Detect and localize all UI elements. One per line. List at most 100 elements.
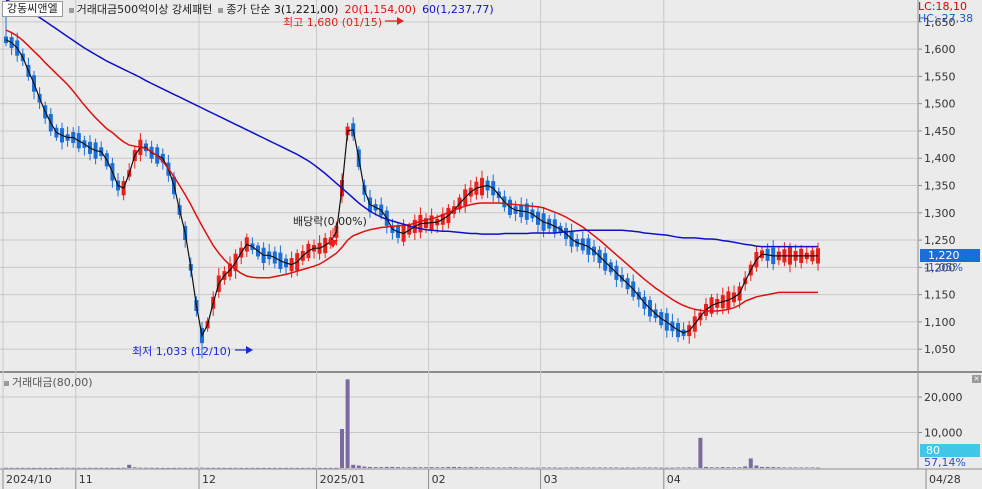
volume-bar bbox=[26, 467, 31, 469]
volume-bar bbox=[323, 467, 328, 469]
volume-bar bbox=[547, 467, 552, 468]
volume-bar bbox=[810, 467, 815, 468]
volume-bar bbox=[194, 467, 199, 469]
volume-bar bbox=[429, 467, 434, 468]
x-tick-label: 02 bbox=[432, 473, 446, 486]
volume-bar bbox=[608, 467, 613, 468]
volume-bar bbox=[216, 467, 221, 469]
volume-bar bbox=[32, 467, 36, 469]
volume-legend-label: 거래대금(80,00) bbox=[12, 376, 93, 389]
high-annotation: 최고 1,680 (01/15) bbox=[283, 16, 383, 29]
volume-bar bbox=[71, 467, 76, 469]
chart-legend: 강동씨앤엘 거래대금500억이상 강세패턴 종가 단순 3(1,221,00) … bbox=[2, 1, 494, 17]
volume-bar bbox=[138, 467, 143, 469]
volume-bar bbox=[300, 467, 305, 469]
volume-bar bbox=[648, 467, 652, 468]
volume-bar bbox=[418, 467, 423, 468]
indicator-legend[interactable]: 거래대금500억이상 강세패턴 bbox=[68, 1, 212, 17]
volume-bar bbox=[452, 466, 456, 468]
volume-bar bbox=[732, 467, 736, 468]
volume-bar bbox=[272, 467, 277, 469]
volume-bar bbox=[60, 467, 64, 469]
volume-bar bbox=[82, 467, 87, 469]
volume-bar bbox=[407, 467, 412, 468]
ma60-label: 60(1,237,77) bbox=[422, 2, 494, 16]
volume-bar bbox=[491, 467, 496, 468]
volume-bar bbox=[726, 467, 731, 468]
volume-bar bbox=[474, 467, 479, 468]
volume-bar bbox=[228, 467, 232, 469]
volume-bar bbox=[743, 466, 748, 468]
volume-bar bbox=[183, 467, 188, 469]
volume-bar bbox=[132, 467, 137, 468]
volume-bar bbox=[99, 467, 104, 469]
volume-bar bbox=[149, 467, 154, 469]
volume-bar bbox=[334, 467, 339, 469]
volume-bar bbox=[362, 466, 367, 468]
stock-name[interactable]: 강동씨앤엘 bbox=[2, 1, 63, 17]
x-tick-label: 04 bbox=[667, 473, 681, 486]
volume-bar bbox=[88, 467, 92, 469]
price-tick-label: 1,100 bbox=[924, 316, 956, 329]
volume-bar bbox=[172, 467, 176, 469]
volume-bar bbox=[636, 467, 641, 468]
volume-bar bbox=[9, 467, 14, 469]
volume-bar bbox=[351, 464, 356, 468]
price-tick-label: 1,150 bbox=[924, 289, 956, 302]
volume-bar bbox=[720, 467, 725, 468]
volume-bar bbox=[625, 467, 630, 468]
volume-bar bbox=[541, 467, 546, 468]
volume-bar bbox=[54, 467, 59, 469]
price-tick-label: 1,300 bbox=[924, 207, 956, 220]
volume-bar bbox=[536, 467, 540, 469]
price-tick-label: 1,250 bbox=[924, 234, 956, 247]
volume-bar bbox=[502, 467, 507, 468]
price-tick-label: 1,400 bbox=[924, 152, 956, 165]
volume-bar bbox=[328, 467, 333, 469]
volume-bar bbox=[816, 467, 820, 469]
volume-bar bbox=[664, 467, 669, 469]
volume-bar bbox=[267, 467, 272, 469]
volume-bar bbox=[373, 467, 378, 468]
x-tick-label: 2025/01 bbox=[320, 473, 366, 486]
volume-bar bbox=[446, 466, 451, 468]
volume-bar bbox=[468, 467, 473, 468]
volume-bar bbox=[144, 467, 148, 469]
volume-bar bbox=[188, 467, 193, 469]
volume-bar bbox=[200, 467, 204, 469]
volume-bar bbox=[284, 467, 288, 469]
volume-bar bbox=[256, 467, 260, 469]
volume-bar bbox=[704, 466, 708, 468]
volume-tick-label: 20,000 bbox=[924, 391, 963, 404]
hc-value: HC:-27,38 bbox=[918, 12, 974, 25]
volume-bar bbox=[754, 465, 759, 468]
close-pane-icon[interactable]: ✕ bbox=[972, 375, 981, 383]
chart-canvas: 1,6501,6001,5501,5001,4501,4001,3501,300… bbox=[0, 0, 982, 489]
volume-bar bbox=[709, 467, 714, 468]
volume-bar bbox=[530, 467, 535, 469]
volume-bar bbox=[312, 467, 316, 469]
volume-bar bbox=[575, 467, 580, 468]
volume-bar bbox=[715, 467, 720, 468]
volume-bar bbox=[804, 467, 809, 468]
volume-legend[interactable]: 거래대금(80,00) bbox=[4, 374, 93, 390]
volume-bar bbox=[205, 467, 210, 469]
volume-bar bbox=[401, 467, 406, 468]
volume-bar bbox=[37, 467, 42, 469]
legend-square-icon bbox=[218, 7, 224, 13]
low-annotation: 최저 1,033 (12/10) bbox=[132, 345, 232, 358]
volume-bar bbox=[782, 467, 787, 468]
volume-bar bbox=[620, 467, 624, 469]
volume-bar bbox=[670, 467, 675, 469]
volume-bar bbox=[390, 466, 395, 468]
volume-bar bbox=[776, 467, 781, 468]
volume-pane-bg bbox=[0, 373, 918, 469]
volume-bar bbox=[278, 467, 283, 469]
volume-bar bbox=[121, 467, 126, 469]
volume-bar bbox=[48, 467, 53, 469]
volume-bar bbox=[289, 467, 294, 469]
volume-bar bbox=[155, 467, 160, 469]
volume-bar bbox=[659, 467, 664, 469]
volume-bar bbox=[592, 467, 596, 468]
price-tick-label: 1,550 bbox=[924, 70, 956, 83]
